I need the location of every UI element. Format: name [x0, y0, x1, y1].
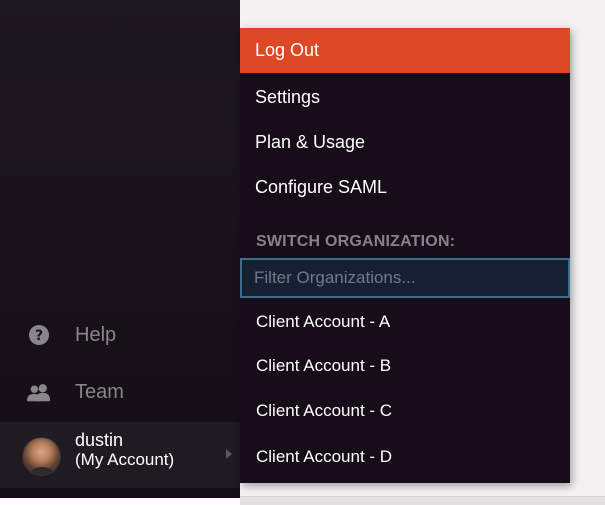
filter-organizations-input[interactable] [240, 258, 570, 298]
configure-saml-menu-item[interactable]: Configure SAML [240, 165, 570, 210]
sidebar-item-label: Help [75, 323, 117, 346]
question-circle-icon: ? [26, 322, 52, 348]
plan-usage-menu-item[interactable]: Plan & Usage [240, 120, 570, 165]
account-menu-trigger[interactable]: dustin (My Account) [0, 422, 240, 488]
sidebar-item-team[interactable]: Team [0, 370, 240, 414]
organization-item-d[interactable]: Client Account - D [240, 434, 570, 479]
organization-item-b[interactable]: Client Account - B [240, 343, 570, 388]
sidebar: ? Help Team dustin (My Account) [0, 0, 240, 498]
organization-item-a[interactable]: Client Account - A [240, 299, 570, 344]
content-bottom-strip [240, 496, 605, 505]
team-users-icon [26, 379, 52, 405]
switch-organization-header: SWITCH ORGANIZATION: [256, 233, 456, 250]
account-name: dustin [75, 430, 124, 450]
account-dropdown-menu: Log Out Settings Plan & Usage Configure … [240, 28, 570, 483]
logout-menu-item[interactable]: Log Out [240, 28, 570, 73]
account-subtitle: (My Account) [75, 450, 175, 469]
organization-item-c[interactable]: Client Account - C [240, 388, 570, 433]
sidebar-item-help[interactable]: ? Help [0, 313, 240, 357]
sidebar-item-label: Team [75, 380, 124, 403]
settings-menu-item[interactable]: Settings [240, 75, 570, 120]
avatar-shirt [29, 467, 55, 475]
avatar [22, 437, 61, 476]
sidebar-bottom-edge [0, 498, 240, 505]
svg-text:?: ? [35, 328, 43, 344]
chevron-right-icon [226, 449, 232, 459]
